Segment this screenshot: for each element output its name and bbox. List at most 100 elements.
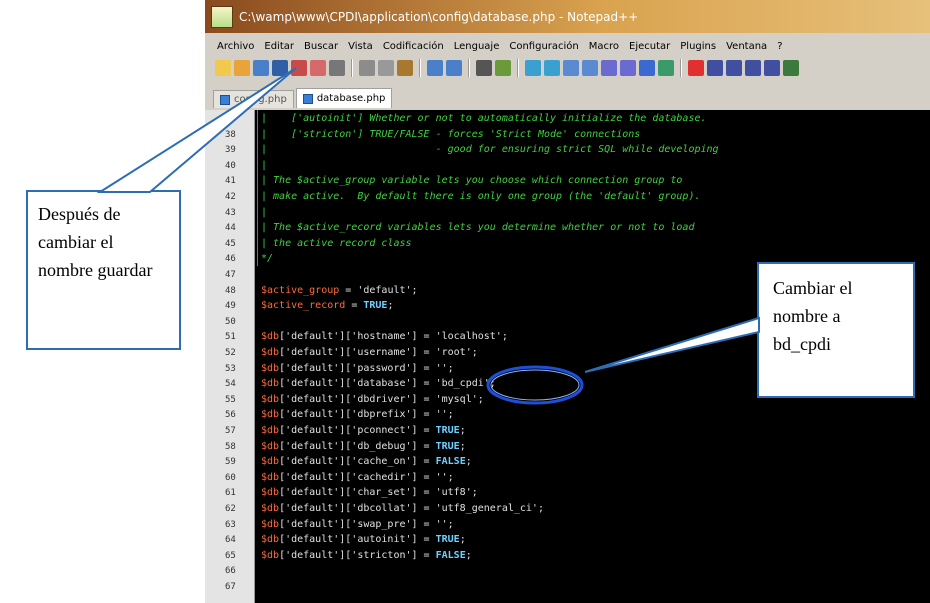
php-variable: $db — [261, 393, 280, 405]
title-bar: C:\wamp\www\CPDI\application\config\data… — [205, 0, 930, 33]
menu-item-1[interactable]: Archivo — [205, 41, 259, 52]
menu-item-12[interactable]: ? — [772, 41, 787, 52]
code-line: $db['default']['password'] = ''; — [261, 363, 454, 374]
code-line: | ['autoinit'] Whether or not to automat… — [261, 113, 707, 124]
zoom-in-icon[interactable] — [525, 60, 541, 76]
line-number: 66 — [225, 566, 236, 577]
menu-item-9[interactable]: Ejecutar — [624, 41, 675, 52]
open-file-icon[interactable] — [234, 60, 250, 76]
code-text: ; — [459, 440, 466, 452]
paste-icon[interactable] — [397, 60, 413, 76]
code-line: $db['default']['cachedir'] = ''; — [261, 472, 454, 483]
php-constant: FALSE — [435, 456, 466, 468]
code-text: ; — [465, 549, 472, 561]
code-text: ['default']['db_debug'] = — [279, 440, 436, 452]
code-text: ['default']['dbdriver'] = 'mysql'; — [279, 393, 484, 405]
php-variable: $active_record — [261, 300, 346, 312]
code-line: $db['default']['char_set'] = 'utf8'; — [261, 487, 478, 498]
menu-item-3[interactable]: Buscar — [299, 41, 343, 52]
run-icon[interactable] — [783, 60, 799, 76]
line-number: 59 — [225, 457, 236, 468]
code-text: ['default']['username'] = 'root'; — [279, 347, 478, 358]
stop-icon[interactable] — [707, 60, 723, 76]
php-variable: $db — [261, 534, 280, 546]
save-macro-icon[interactable] — [764, 60, 780, 76]
line-number: 37 — [225, 114, 236, 124]
line-number: 55 — [225, 394, 236, 405]
menu-item-7[interactable]: Configuración — [504, 41, 583, 52]
php-variable: $db — [261, 518, 280, 530]
menu-bar: Archivo Editar Buscar Vista Codificación Leng… — [205, 38, 930, 54]
menu-item-4[interactable]: Vista — [343, 41, 378, 52]
copy-icon[interactable] — [378, 60, 394, 76]
php-constant: TRUE — [435, 425, 460, 436]
php-variable: $db — [261, 362, 280, 374]
cut-icon[interactable] — [359, 60, 375, 76]
record-icon[interactable] — [688, 60, 704, 76]
run-multiple-icon[interactable] — [745, 60, 761, 76]
tab-bar: config.php database.php — [205, 88, 930, 108]
redo-icon[interactable] — [446, 60, 462, 76]
menu-item-6[interactable]: Lenguaje — [449, 41, 505, 52]
php-constant: TRUE — [435, 440, 460, 452]
php-variable: $db — [261, 378, 280, 390]
code-text: ['default']['swap_pre'] = ''; — [279, 518, 454, 530]
find-icon[interactable] — [476, 60, 492, 76]
php-constant: TRUE — [363, 300, 388, 312]
line-number: 60 — [225, 472, 236, 483]
code-text: ; — [387, 300, 394, 312]
code-text: ['default']['stricton'] = — [279, 549, 436, 561]
line-number: 64 — [225, 535, 236, 546]
code-line: | the active record class — [261, 237, 412, 249]
php-variable: $db — [261, 471, 280, 483]
save-icon[interactable] — [253, 60, 269, 76]
callout-rename-note: Cambiar el nombre a bd_cpdi — [757, 262, 915, 398]
fold-marker — [257, 110, 258, 266]
php-constant: TRUE — [435, 534, 460, 546]
php-variable: $db — [261, 440, 280, 452]
code-line: | — [261, 159, 268, 171]
code-line: $db['default']['db_debug'] = TRUE; — [261, 441, 466, 452]
close-all-icon[interactable] — [310, 60, 326, 76]
line-number: 61 — [225, 488, 236, 499]
php-variable: $db — [261, 549, 280, 561]
wrap-icon[interactable] — [601, 60, 617, 76]
play-icon[interactable] — [726, 60, 742, 76]
line-number: 52 — [225, 348, 236, 358]
new-file-icon[interactable] — [215, 60, 231, 76]
line-number: 38 — [225, 129, 236, 140]
sync-v-icon[interactable] — [563, 60, 579, 76]
udl-icon[interactable] — [658, 60, 674, 76]
save-all-icon[interactable] — [272, 60, 288, 76]
all-chars-icon[interactable] — [620, 60, 636, 76]
line-number: 43 — [225, 207, 236, 218]
code-text: ['default']['dbprefix'] = ''; — [279, 409, 454, 421]
tab-config-php[interactable]: config.php — [213, 90, 294, 108]
line-number: 57 — [225, 426, 236, 436]
line-number: 58 — [225, 441, 236, 452]
zoom-out-icon[interactable] — [544, 60, 560, 76]
callout-rename-text: Cambiar el nombre a bd_cpdi — [773, 278, 853, 354]
sync-h-icon[interactable] — [582, 60, 598, 76]
print-icon[interactable] — [329, 60, 345, 76]
menu-item-11[interactable]: Ventana — [721, 41, 772, 52]
close-icon[interactable] — [291, 60, 307, 76]
menu-item-2[interactable]: Editar — [259, 41, 299, 52]
line-number: 49 — [225, 301, 236, 312]
menu-item-8[interactable]: Macro — [584, 41, 624, 52]
code-line: $db['default']['dbcollat'] = 'utf8_gener… — [261, 503, 544, 514]
code-line: $db['default']['dbdriver'] = 'mysql'; — [261, 394, 484, 405]
replace-icon[interactable] — [495, 60, 511, 76]
line-number: 47 — [225, 270, 236, 280]
undo-icon[interactable] — [427, 60, 443, 76]
code-line: | make active. By default there is only … — [261, 191, 701, 202]
menu-item-5[interactable]: Codificación — [378, 41, 449, 52]
tab-database-php[interactable]: database.php — [295, 88, 393, 108]
menu-item-10[interactable]: Plugins — [675, 41, 721, 52]
code-line: $active_group = 'default'; — [261, 285, 418, 296]
code-line: $db['default']['pconnect'] = TRUE; — [261, 425, 466, 436]
indent-guide-icon[interactable] — [639, 60, 655, 76]
line-number: 56 — [225, 410, 236, 421]
toolbar-separator — [351, 59, 353, 77]
notepadpp-icon — [211, 5, 233, 28]
